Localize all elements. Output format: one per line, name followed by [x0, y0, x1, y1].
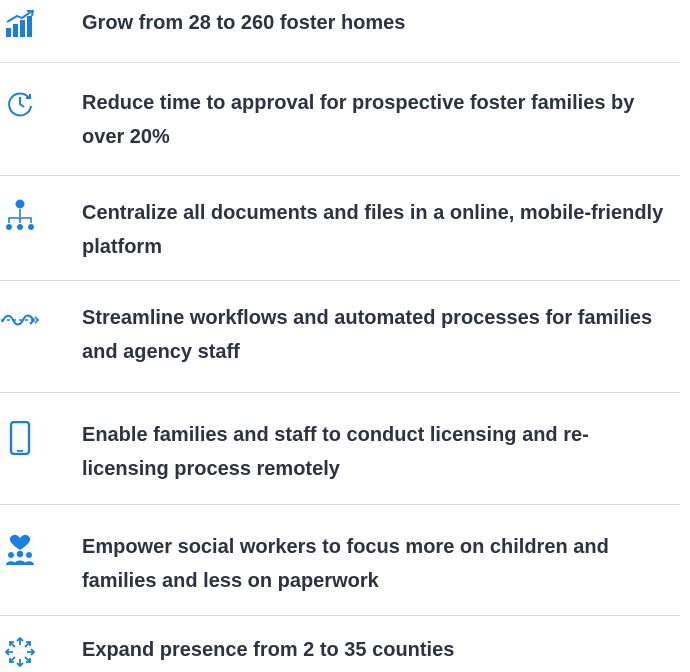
- expand-arrows-icon: [0, 632, 40, 672]
- divider: [0, 280, 680, 281]
- bar-chart-icon: [0, 4, 40, 44]
- goal-text: Streamline workflows and automated proce…: [82, 307, 653, 363]
- org-chart-icon: [0, 196, 40, 236]
- divider: [0, 392, 680, 393]
- goal-text: Expand presence from 2 to 35 counties: [82, 639, 455, 661]
- goal-text: Centralize all documents and files in a …: [82, 202, 664, 258]
- divider: [0, 62, 680, 63]
- divider: [0, 504, 680, 505]
- workflow-arrows-icon: [0, 300, 40, 340]
- clock-refresh-icon: [0, 84, 40, 124]
- goal-text: Grow from 28 to 260 foster homes: [82, 12, 406, 34]
- divider: [0, 175, 680, 176]
- divider: [0, 615, 680, 616]
- goal-text: Reduce time to approval for prospective …: [82, 92, 635, 148]
- goal-text: Enable families and staff to conduct lic…: [82, 424, 589, 480]
- heart-people-icon: [0, 530, 40, 570]
- goal-text: Empower social workers to focus more on …: [82, 536, 609, 592]
- smartphone-icon: [0, 418, 40, 458]
